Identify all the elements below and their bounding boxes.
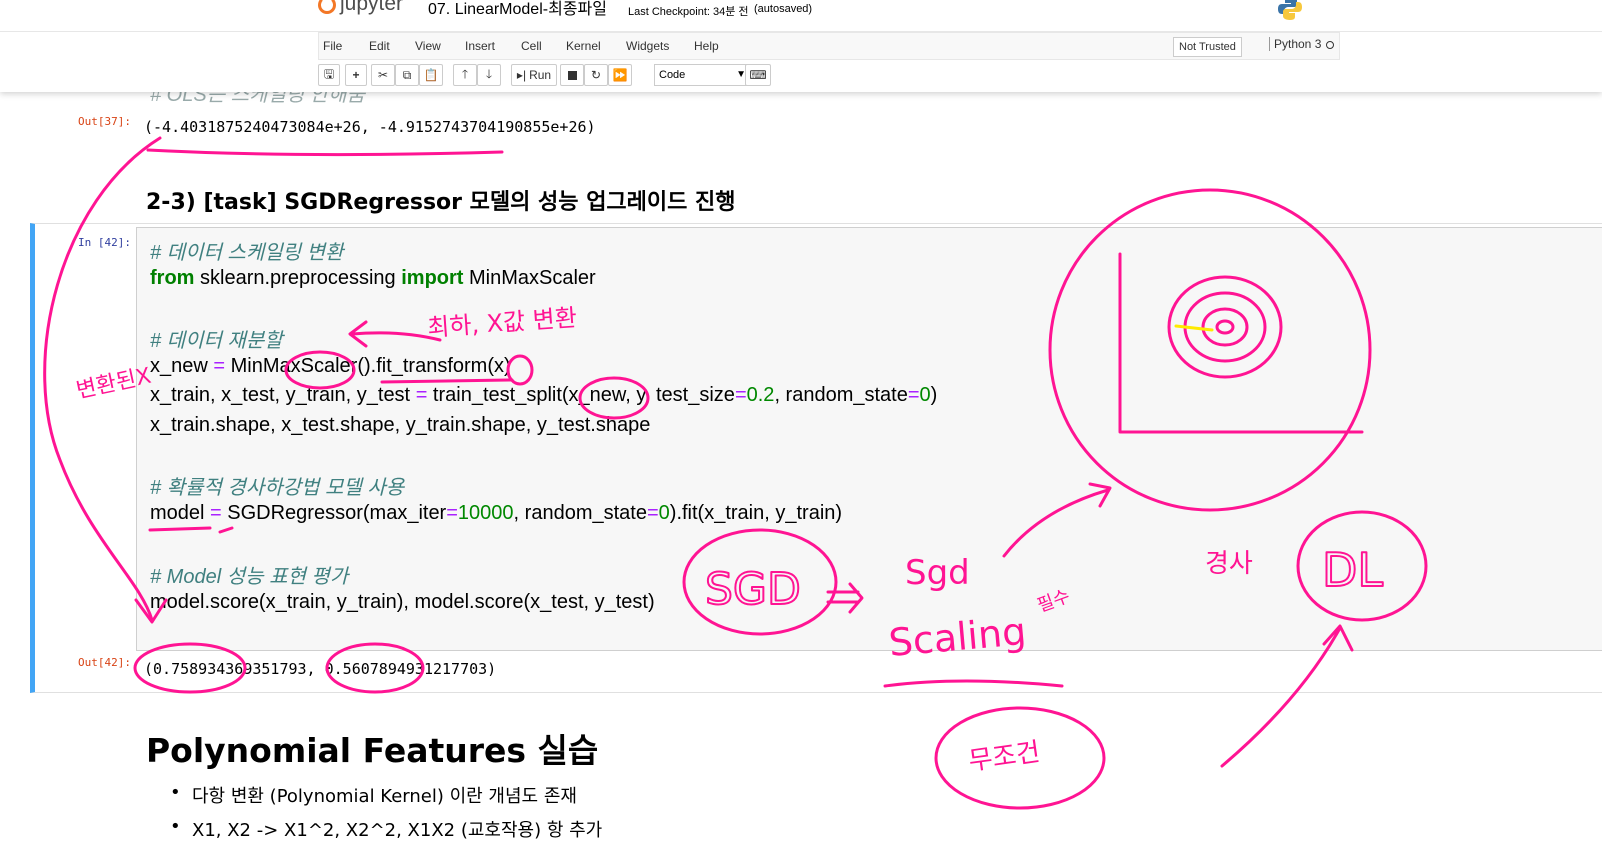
arrow-down-icon: 🡓 [485,66,493,81]
model-call: SGDRegressor(max_iter [221,502,447,524]
split-close: ) [930,384,938,406]
jupyter-logo[interactable]: jupyter [318,0,403,16]
class-name: MinMaxScaler [463,267,596,289]
kw-from: from [150,267,195,289]
cell-type-select[interactable]: Code ▼ [654,64,752,86]
out-37-prompt: Out[37]: [78,115,131,128]
move-up-button[interactable]: 🡑 [453,64,477,86]
ink-note-unconditional: 무조건 [967,737,1042,777]
run-label: Run [529,68,552,82]
menu-insert[interactable]: Insert [465,39,495,53]
out-37-text: (-4.4031875240473084e+26, -4.91527437041… [144,118,596,136]
split-eq2: = [734,384,747,406]
scissors-icon: ✂ [377,68,389,82]
plus-icon: + [352,68,360,82]
model-lhs: model [150,502,211,524]
xnew-eq: = [213,355,226,377]
split-test-size: 0.2 [746,384,775,406]
out-42-text: (0.758934369351793, 0.5607894931217703) [144,660,497,678]
interrupt-button[interactable] [560,64,584,86]
kernel-idle-icon [1326,41,1334,49]
keyboard-icon: ⌨ [749,68,767,82]
step-forward-icon: ▸| [516,68,527,82]
move-down-button[interactable]: 🡓 [477,64,501,86]
kw-import: import [401,267,464,289]
cut-button[interactable]: ✂ [371,64,395,86]
code-editor[interactable] [136,227,1602,651]
python-logo-icon [1278,0,1302,20]
stop-icon [567,70,577,80]
ink-underline-out37 [146,148,504,157]
code-model-line: model = SGDRegressor(max_iter=10000, ran… [150,502,842,525]
split-eq3: = [907,384,920,406]
xnew-lhs: x_new [150,355,214,377]
code-import-line: from sklearn.preprocessing import MinMax… [150,267,596,290]
notebook-name[interactable]: 07. LinearModel-최종파일 [428,0,607,20]
arrow-up-icon: 🡑 [461,66,469,81]
paste-button[interactable]: 📋 [419,64,443,86]
in-42-prompt: In [42]: [78,236,131,249]
menu-widgets[interactable]: Widgets [626,39,669,53]
model-fit: ).fit(x_train, y_train) [669,502,843,524]
split-call: train_test_split(x_new, y, test_size [427,384,735,406]
command-palette-button[interactable]: ⌨ [745,64,771,86]
paste-icon: 📋 [423,68,439,82]
model-eq: = [210,502,222,524]
code-comment-eval: # Model 성능 표현 평가 [150,566,349,588]
run-button[interactable]: ▸| Run [511,64,557,86]
menu-edit[interactable]: Edit [369,39,390,53]
split-lhs: x_train, x_test, y_train, y_test [150,384,416,406]
model-eq2: = [446,502,458,524]
module-name: sklearn.preprocessing [194,267,402,289]
last-checkpoint: Last Checkpoint: 34분 전 [628,6,749,18]
code-comment-sgd: # 확률적 경사하강법 모델 사용 [150,477,405,499]
xnew-rhs: MinMaxScaler().fit_transform(x) [225,355,511,377]
code-split-line: x_train, x_test, y_train, y_test = train… [150,384,937,407]
model-max-iter: 10000 [457,502,514,524]
split-eq: = [415,384,428,406]
menu-view[interactable]: View [415,39,441,53]
menu-help[interactable]: Help [694,39,719,53]
notebook-header: jupyter 07. LinearModel-최종파일 Last Checkp… [0,0,1602,92]
save-button[interactable]: 🖫 [318,64,340,86]
code-comment-scaling: # 데이터 스케일링 변환 [150,242,344,264]
bullet-item: 다항 변환 (Polynomial Kernel) 이란 개념도 존재 [170,782,577,808]
restart-button[interactable]: ↻ [584,64,608,86]
menu-file[interactable]: File [323,39,342,53]
copy-button[interactable]: ⧉ [395,64,419,86]
code-comment-resplit: # 데이터 재분할 [150,330,283,352]
out-42-prompt: Out[42]: [78,656,131,669]
title-bar: jupyter 07. LinearModel-최종파일 Last Checkp… [318,0,1328,26]
jupyter-logo-text: jupyter [340,0,404,15]
model-rs-value: 0 [658,502,670,524]
jupyter-logo-icon [318,0,336,14]
fast-forward-icon: ⏩ [612,68,628,82]
split-rs: , random_state [774,384,908,406]
cell-type-value: Code [659,69,686,81]
model-eq3: = [646,502,659,524]
menu-cell[interactable]: Cell [521,39,542,53]
restart-icon: ↻ [590,68,602,82]
autosave-status: (autosaved) [754,3,813,15]
kernel-name: Python 3 [1269,37,1321,51]
bullet-item: X1, X2 -> X1^2, X2^2, X1X2 (교호작용) 항 추가 [170,816,602,842]
menu-kernel[interactable]: Kernel [566,39,601,53]
save-icon: 🖫 [323,66,335,81]
task-heading: 2-3) [task] SGDRegressor 모델의 성능 업그레이드 진행 [146,190,736,215]
model-rs: , random_state [513,502,647,524]
ink-circle-cond [934,706,1106,810]
menu-bar: File Edit View Insert Cell Kernel Widget… [318,32,1340,60]
restart-run-all-button[interactable]: ⏩ [608,64,632,86]
toolbar: 🖫 + ✂ ⧉ 📋 🡑 🡓 ▸| Run ↻ ⏩ Code ▼ ⌨ [318,63,1340,89]
code-xnew-line: x_new = MinMaxScaler().fit_transform(x) [150,355,511,378]
code-score-line: model.score(x_train, y_train), model.sco… [150,591,655,613]
code-shape-line: x_train.shape, x_test.shape, y_train.sha… [150,414,651,436]
copy-icon: ⧉ [402,67,412,82]
insert-cell-button[interactable]: + [345,64,367,86]
polynomial-heading: Polynomial Features 실습 [146,731,599,770]
split-rs-value: 0 [919,384,931,406]
trust-status-button[interactable]: Not Trusted [1173,37,1242,57]
